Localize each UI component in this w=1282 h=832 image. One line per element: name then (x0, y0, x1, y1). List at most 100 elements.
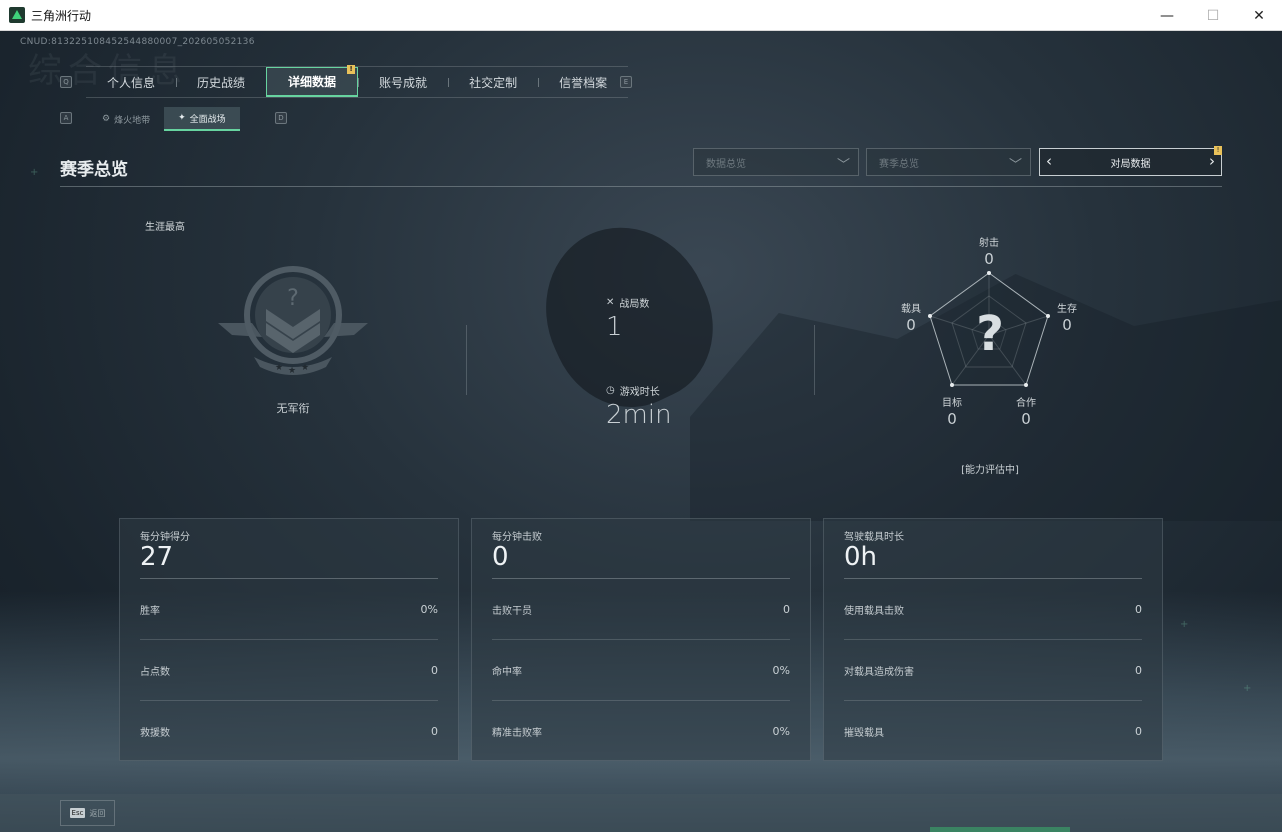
card-row: 对载具造成伤害 0 (844, 640, 1142, 701)
card-row: 救援数 0 (140, 701, 438, 762)
chevron-down-icon: ﹀ (1008, 158, 1022, 173)
row-label: 胜率 (140, 605, 160, 617)
tab-match-history[interactable]: 历史战绩 (176, 67, 266, 97)
deco-plus-icon: + (30, 167, 39, 178)
svg-text:★: ★ (301, 363, 309, 373)
row-value: 0 (1135, 725, 1142, 738)
card-row: 使用载具击败 0 (844, 579, 1142, 640)
tab-label: 账号成就 (379, 75, 428, 90)
row-label: 对载具造成伤害 (844, 666, 914, 678)
card-main-value: 0 (492, 542, 509, 572)
tab-label: 个人信息 (107, 75, 156, 90)
row-label: 摧毁载具 (844, 728, 884, 739)
card-row: 摧毁载具 0 (844, 701, 1142, 762)
tab-prev-key-hint: Q (60, 76, 72, 88)
stat-label-row: ✕ 战局数 (606, 295, 649, 310)
window-titlebar: 三角洲行动 — ☐ ✕ (0, 0, 1282, 31)
row-value: 0% (772, 725, 790, 738)
tab-credit-record[interactable]: 信誉档案 (538, 67, 628, 97)
card-row: 占点数 0 (140, 640, 438, 701)
background-terrain (690, 274, 1282, 521)
card-main-value: 0h (844, 542, 878, 572)
tab-label: 历史战绩 (197, 75, 246, 90)
radar-axis-value: 0 (1021, 410, 1031, 428)
match-data-label: 对局数据 (1110, 158, 1151, 170)
tab-achievements[interactable]: 账号成就 (358, 67, 448, 97)
subtab-label: 全面战场 (189, 114, 226, 125)
stat-card-vehicle: 驾驶载具时长 0h 使用载具击败 0 对载具造成伤害 0 摧毁载具 0 (823, 518, 1163, 761)
row-label: 命中率 (492, 666, 522, 678)
row-value: 0 (1135, 663, 1142, 677)
section-title: 赛季总览 (60, 160, 128, 180)
back-label: 返回 (89, 808, 106, 818)
play-time-stat: ◷ 游戏时长 2min (606, 383, 672, 430)
radar-axis-label: 射击 (979, 238, 999, 249)
radar-axis-label: 载具 (901, 304, 921, 315)
window-title: 三角洲行动 (31, 8, 92, 23)
row-value: 0 (1135, 602, 1142, 616)
notification-badge: ! (347, 65, 356, 74)
dropdown-value: 数据总览 (706, 158, 746, 170)
crossed-swords-icon: ✕ (606, 297, 615, 308)
row-value: 0% (420, 602, 438, 616)
back-button[interactable]: Esc 返回 (60, 800, 115, 826)
subtab-label: 烽火地带 (114, 115, 151, 126)
row-label: 占点数 (140, 666, 170, 678)
chevron-left-icon[interactable]: ‹ (1046, 152, 1052, 170)
rank-name: 无军衔 (276, 402, 310, 415)
notification-badge: ! (1214, 146, 1222, 155)
stat-card-kills: 每分钟击败 0 击败干员 0 命中率 0% 精准击败率 0% (471, 518, 811, 761)
section-divider (60, 186, 1222, 187)
radar-axis-value: 0 (947, 410, 957, 428)
row-label: 精准击败率 (492, 728, 542, 739)
card-title: 每分钟得分 (140, 532, 190, 543)
rank-unknown-mark: ? (287, 286, 299, 311)
subtab-hazard-zone[interactable]: ⚙ 烽火地带 (88, 107, 164, 131)
chevron-down-icon: ﹀ (836, 158, 850, 173)
deco-plus-icon: + (1243, 683, 1252, 694)
main-tabbar: 个人信息 历史战绩 详细数据! 账号成就 社交定制 信誉档案 (86, 65, 629, 98)
tab-detailed-data[interactable]: 详细数据! (266, 65, 359, 97)
subtab-full-battlefield[interactable]: ✦ 全面战场 (164, 107, 240, 131)
stat-label-row: ◷ 游戏时长 (606, 383, 672, 398)
radar-axis-label: 生存 (1057, 304, 1077, 315)
minimize-button[interactable]: — (1144, 0, 1190, 31)
tab-next-key-hint: E (620, 76, 632, 88)
column-divider (466, 325, 467, 395)
maximize-button[interactable]: ☐ (1190, 0, 1236, 31)
match-count-label: 战局数 (619, 299, 650, 310)
svg-text:★: ★ (288, 366, 296, 376)
card-row: 胜率 0% (140, 579, 438, 640)
card-title: 驾驶载具时长 (844, 532, 904, 543)
row-value: 0% (772, 663, 790, 677)
card-row: 击败干员 0 (492, 579, 790, 640)
hazard-zone-icon: ⚙ (102, 114, 111, 124)
play-time-label: 游戏时长 (619, 387, 660, 398)
mode-subtabs: ⚙ 烽火地带 ✦ 全面战场 (88, 107, 240, 131)
row-value: 0 (431, 725, 438, 738)
esc-key-hint: Esc (69, 808, 86, 818)
stat-card-score: 每分钟得分 27 胜率 0% 占点数 0 救援数 0 (119, 518, 459, 761)
radar-axis-label: 合作 (1016, 398, 1036, 409)
subtab-next-key-hint: D (275, 112, 287, 124)
season-overview-dropdown[interactable]: 赛季总览 ﹀ (866, 148, 1031, 176)
match-data-selector[interactable]: ‹ 对局数据 › ! (1039, 146, 1222, 176)
battlefield-icon: ✦ (178, 113, 186, 123)
row-label: 击败干员 (492, 605, 532, 617)
play-time-value: 2min (606, 400, 672, 430)
match-count-value: 1 (606, 312, 623, 342)
tab-label: 信誉档案 (559, 75, 608, 90)
card-title: 每分钟击败 (492, 532, 542, 543)
tab-personal-info[interactable]: 个人信息 (86, 67, 176, 97)
svg-text:★: ★ (275, 363, 283, 373)
rank-emblem-icon: ? ★ ★ ★ (218, 266, 368, 376)
row-value: 0 (783, 602, 790, 616)
radar-axis-value: 0 (984, 250, 994, 268)
match-count-stat: ✕ 战局数 1 (606, 295, 649, 342)
tab-social-custom[interactable]: 社交定制 (448, 67, 538, 97)
close-button[interactable]: ✕ (1236, 0, 1282, 31)
data-overview-dropdown[interactable]: 数据总览 ﹀ (693, 148, 859, 176)
ability-assessment-status: [能力评估中] (961, 465, 1019, 476)
row-label: 使用载具击败 (844, 605, 904, 617)
card-row: 精准击败率 0% (492, 701, 790, 762)
